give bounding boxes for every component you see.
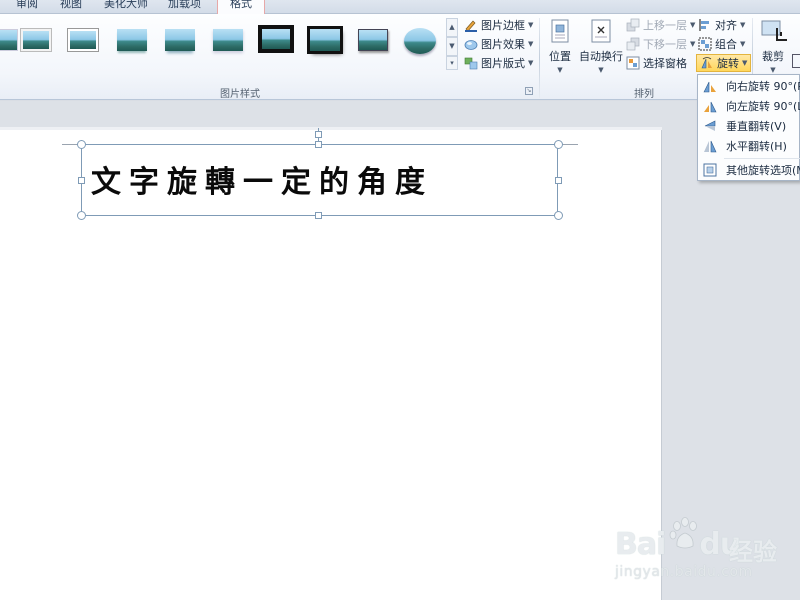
more-rotation-icon — [702, 163, 718, 177]
send-backward-icon — [626, 37, 640, 51]
picture-style-thumbnail[interactable] — [161, 25, 199, 55]
menu-item-label: 其他旋转选项(M) — [726, 164, 800, 177]
group-objects-label: 组合 — [715, 38, 737, 51]
picture-styles-group-label: 图片样式 — [220, 89, 260, 100]
group-separator — [539, 18, 540, 98]
menu-item-flip-horizontal[interactable]: 水平翻转(H) — [698, 136, 800, 156]
crop-icon — [759, 18, 787, 46]
bring-forward-button[interactable]: 上移一层 ▼ — [626, 16, 695, 34]
picture-layout-label: 图片版式 — [481, 57, 525, 70]
picture-style-thumbnail[interactable] — [64, 25, 102, 55]
gallery-expand-button[interactable]: ▾ — [446, 56, 458, 70]
picture-style-thumbnail[interactable] — [113, 25, 151, 55]
picture-style-thumbnail[interactable] — [401, 25, 439, 55]
resize-handle-bottom-right[interactable] — [554, 211, 563, 220]
rotate-left-icon — [702, 99, 718, 113]
watermark-product: 经验 — [729, 538, 777, 566]
gallery-scroll-down-button[interactable]: ▼ — [446, 37, 458, 56]
picture-styles-dialog-launcher[interactable]: ↘ — [525, 87, 533, 95]
picture-border-button[interactable]: 图片边框 ▼ — [464, 16, 533, 34]
picture-style-thumbnail[interactable] — [209, 25, 247, 55]
flip-vertical-icon — [702, 119, 718, 133]
gallery-scroll-up-button[interactable]: ▲ — [446, 18, 458, 37]
tab-format[interactable]: 格式 — [217, 0, 265, 15]
selection-pane-icon — [626, 56, 640, 70]
baidu-jingyan-watermark: Bai du 经验 jingyan.baidu.com — [615, 512, 800, 592]
align-label: 对齐 — [715, 19, 737, 32]
ribbon-tab-strip: 审阅 视图 美化大师 加载项 格式 — [0, 0, 800, 15]
ribbon: ▲ ▼ ▾ 图片边框 ▼ 图片效果 ▼ 图片版式 ▼ 图片样式 ↘ 位置 ▼ 自… — [0, 14, 800, 100]
picture-layout-button[interactable]: 图片版式 ▼ — [464, 54, 533, 72]
crop-label: 裁剪 — [762, 50, 784, 63]
paw-logo-icon — [669, 517, 697, 549]
align-button[interactable]: 对齐 ▼ — [698, 16, 745, 34]
textbox-text[interactable]: 文字旋轉一定的角度 — [91, 157, 433, 201]
menu-item-label: 向右旋转 90°(R) — [726, 80, 800, 93]
picture-border-icon — [464, 18, 478, 32]
menu-item-more-rotation-options[interactable]: 其他旋转选项(M) — [698, 160, 800, 180]
position-icon — [546, 18, 574, 46]
group-objects-icon — [698, 37, 712, 51]
menu-item-label: 向左旋转 90°(L) — [726, 100, 800, 113]
group-objects-button[interactable]: 组合 ▼ — [698, 35, 745, 53]
picture-style-thumbnail[interactable] — [306, 25, 344, 55]
picture-style-thumbnail[interactable] — [17, 25, 55, 55]
picture-effects-button[interactable]: 图片效果 ▼ — [464, 35, 533, 53]
watermark-url: jingyan.baidu.com — [615, 564, 753, 580]
selected-textbox[interactable]: 文字旋轉一定的角度 — [81, 144, 558, 216]
arrange-group-label: 排列 — [634, 89, 654, 100]
wrap-text-icon — [587, 18, 615, 46]
tab-add-ins[interactable]: 加载项 — [168, 0, 201, 14]
tab-view[interactable]: 视图 — [60, 0, 82, 14]
rotate-dropdown-menu: 向右旋转 90°(R) 向左旋转 90°(L) 垂直翻转(V) 水平翻转(H) … — [697, 74, 800, 181]
rotate-right-icon — [702, 79, 718, 93]
menu-item-label: 垂直翻转(V) — [726, 120, 787, 133]
bring-forward-icon — [626, 18, 640, 32]
size-width-icon — [792, 54, 800, 68]
flip-horizontal-icon — [702, 139, 718, 153]
position-button[interactable]: 位置 ▼ — [545, 16, 575, 84]
menu-item-label: 水平翻转(H) — [726, 140, 787, 153]
picture-effects-label: 图片效果 — [481, 38, 525, 51]
picture-style-thumbnail[interactable] — [258, 25, 296, 55]
align-icon — [698, 18, 712, 32]
resize-handle-bottom-left[interactable] — [77, 211, 86, 220]
picture-effects-icon — [464, 37, 478, 51]
wrap-text-button[interactable]: 自动换行 ▼ — [579, 16, 623, 84]
picture-border-label: 图片边框 — [481, 19, 525, 32]
menu-item-rotate-left[interactable]: 向左旋转 90°(L) — [698, 96, 800, 116]
tab-beautify-master[interactable]: 美化大师 — [104, 0, 148, 14]
resize-handle-top[interactable] — [315, 141, 322, 148]
resize-handle-right[interactable] — [555, 177, 562, 184]
resize-handle-top-left[interactable] — [77, 140, 86, 149]
picture-style-thumbnail[interactable] — [354, 25, 392, 55]
selection-pane-button[interactable]: 选择窗格 — [626, 54, 687, 72]
resize-handle-bottom[interactable] — [315, 212, 322, 219]
selection-pane-label: 选择窗格 — [643, 57, 687, 70]
wrap-text-label: 自动换行 — [579, 50, 623, 63]
rotate-button[interactable]: 旋转 ▼ — [696, 54, 752, 72]
resize-handle-left[interactable] — [78, 177, 85, 184]
menu-separator — [724, 158, 800, 159]
picture-layout-icon — [464, 56, 478, 70]
menu-item-rotate-right[interactable]: 向右旋转 90°(R) — [698, 76, 800, 96]
position-label: 位置 — [549, 50, 571, 63]
resize-handle-top-right[interactable] — [554, 140, 563, 149]
rotate-label: 旋转 — [717, 57, 739, 70]
bring-forward-label: 上移一层 — [643, 19, 687, 32]
tab-review[interactable]: 审阅 — [16, 0, 38, 14]
rotate-icon — [700, 56, 714, 70]
rotation-handle[interactable] — [315, 131, 322, 138]
send-backward-button[interactable]: 下移一层 ▼ — [626, 35, 695, 53]
send-backward-label: 下移一层 — [643, 38, 687, 51]
menu-item-flip-vertical[interactable]: 垂直翻转(V) — [698, 116, 800, 136]
